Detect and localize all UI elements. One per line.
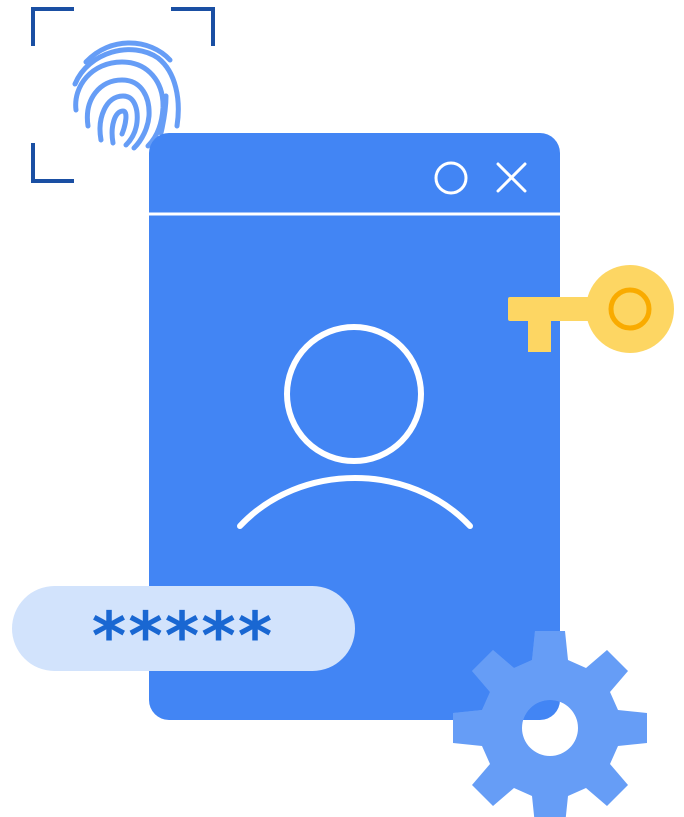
security-illustration: ***** — [12, 7, 674, 817]
scan-corner-top-right — [171, 7, 215, 46]
scan-corner-bottom-left — [31, 143, 74, 183]
scan-corner-top-left — [31, 7, 74, 46]
fingerprint-icon — [72, 40, 181, 151]
password-mask: ***** — [92, 598, 275, 675]
password-field: ***** — [12, 586, 355, 675]
